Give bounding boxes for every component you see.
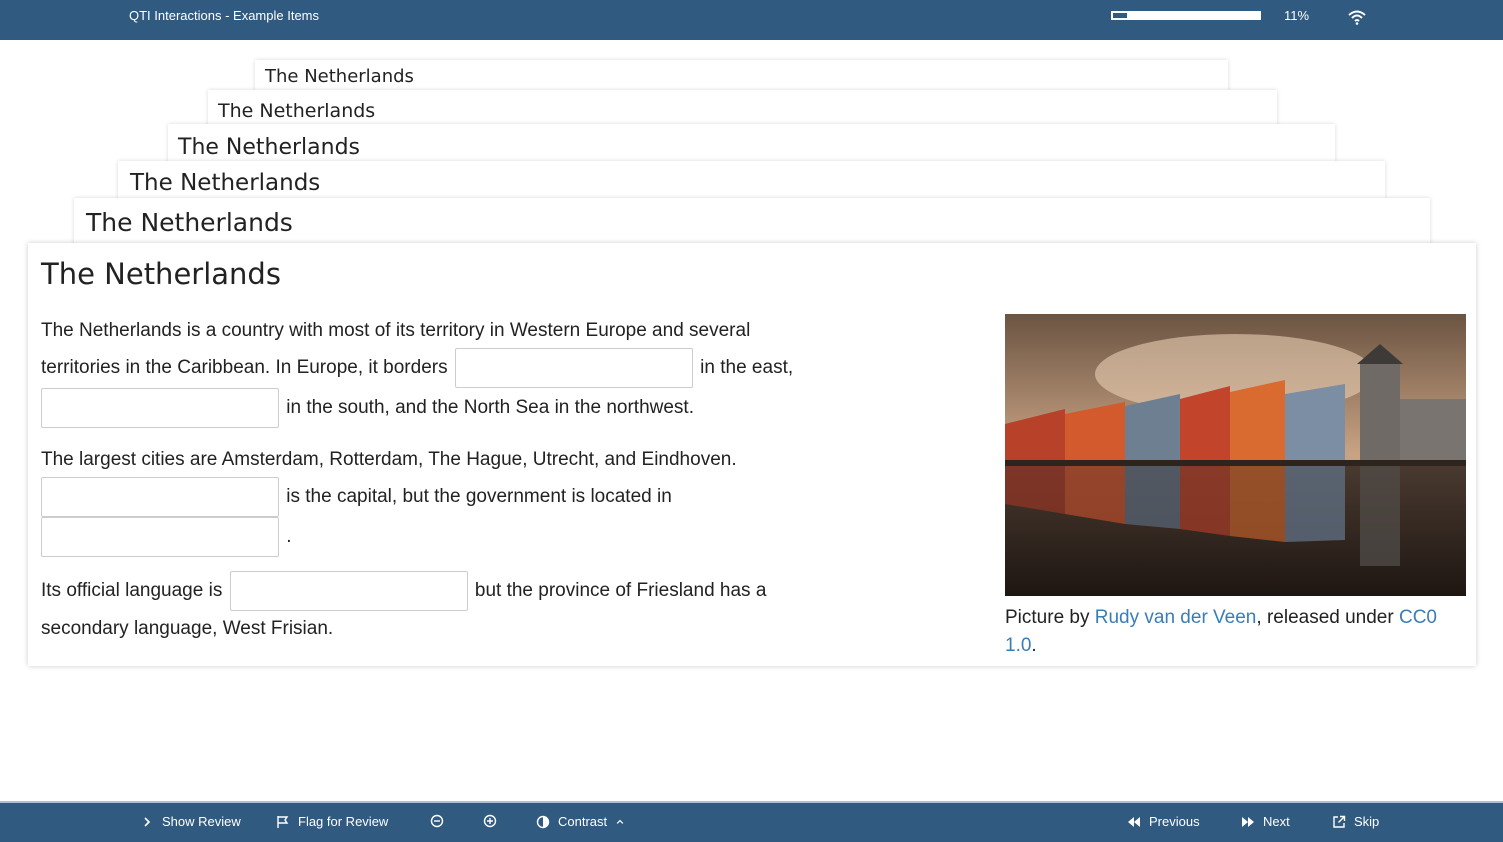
caption-text: . <box>1031 635 1037 656</box>
stacked-item-title: The Netherlands <box>86 208 293 237</box>
zoom-out-icon <box>430 814 444 828</box>
stacked-item-title: The Netherlands <box>265 66 414 87</box>
author-link[interactable]: Rudy van der Veen <box>1095 607 1257 628</box>
external-link-icon <box>1333 815 1346 828</box>
progress-bar <box>1111 11 1261 20</box>
text-segment: in the south, and the North Sea in the n… <box>286 397 694 419</box>
houses-reflection-photo <box>1005 314 1466 596</box>
zoom-out-button[interactable] <box>430 814 444 828</box>
text-entry-language[interactable] <box>229 571 468 611</box>
paragraph-cities: The largest cities are Amsterdam, Rotter… <box>41 442 811 557</box>
test-title: QTI Interactions - Example Items <box>129 8 320 23</box>
stacked-item-title: The Netherlands <box>130 170 321 196</box>
fast-forward-icon <box>1242 816 1254 827</box>
text-segment: The largest cities are Amsterdam, Rotter… <box>41 449 737 470</box>
chevron-up-icon <box>616 819 624 824</box>
progress-bar-fill <box>1112 12 1129 19</box>
show-review-button[interactable]: Show Review <box>140 814 241 829</box>
text-segment: . <box>286 526 292 548</box>
item-card: The Netherlands The Netherlands is a cou… <box>28 243 1476 666</box>
item-body: The Netherlands is a country with most o… <box>41 313 811 660</box>
bottom-bar: Show Review Flag for Review Contrast Pre… <box>0 801 1503 842</box>
wifi-icon <box>1348 10 1366 25</box>
figure: Picture by Rudy van der Veen, released u… <box>1005 314 1466 660</box>
flag-for-review-label: Flag for Review <box>298 814 389 829</box>
stacked-item-title: The Netherlands <box>178 135 361 160</box>
text-segment: in the east, <box>700 357 794 379</box>
text-segment: Its official language is <box>41 580 223 602</box>
zoom-in-button[interactable] <box>483 814 497 828</box>
text-entry-government-seat[interactable] <box>41 517 279 557</box>
progress-percent: 11% <box>1284 8 1310 23</box>
text-entry-capital[interactable] <box>41 477 279 517</box>
chevron-right-icon <box>144 816 151 827</box>
top-bar: QTI Interactions - Example Items 11% <box>0 0 1503 40</box>
contrast-icon <box>536 815 550 828</box>
flag-icon <box>277 815 289 828</box>
flag-for-review-button[interactable]: Flag for Review <box>276 814 388 829</box>
zoom-in-icon <box>483 814 497 828</box>
next-button[interactable]: Next <box>1241 814 1290 829</box>
next-label: Next <box>1263 814 1290 829</box>
text-segment: is the capital, but the government is lo… <box>286 486 672 508</box>
previous-label: Previous <box>1149 814 1200 829</box>
skip-label: Skip <box>1354 814 1380 829</box>
text-entry-south[interactable] <box>41 388 279 428</box>
stacked-item-title: The Netherlands <box>218 100 376 122</box>
contrast-label: Contrast <box>558 814 608 829</box>
caption-text: , released under <box>1256 607 1399 628</box>
item-title: The Netherlands <box>41 257 281 291</box>
contrast-button[interactable]: Contrast <box>536 814 625 829</box>
fast-backward-icon <box>1128 816 1140 827</box>
paragraph-borders: The Netherlands is a country with most o… <box>41 313 811 428</box>
paragraph-language: Its official language is but the provinc… <box>41 571 811 646</box>
show-review-label: Show Review <box>162 814 241 829</box>
previous-button[interactable]: Previous <box>1127 814 1200 829</box>
figure-caption: Picture by Rudy van der Veen, released u… <box>1005 604 1466 660</box>
caption-text: Picture by <box>1005 607 1095 628</box>
skip-button[interactable]: Skip <box>1332 814 1379 829</box>
text-entry-east[interactable] <box>454 348 693 388</box>
